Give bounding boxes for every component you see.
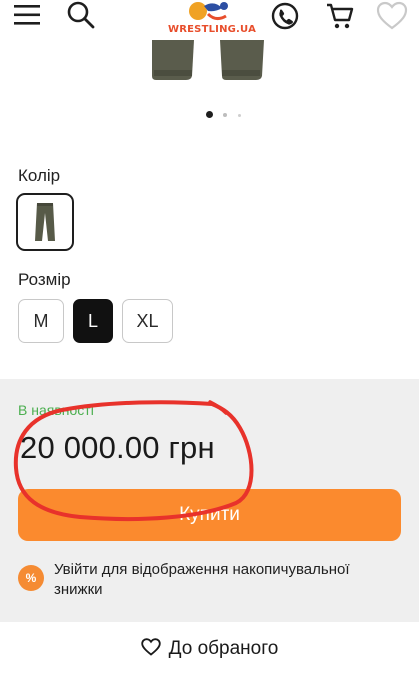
color-swatch-olive[interactable] (16, 193, 74, 251)
discount-login-link[interactable]: Увійти для відображення накопичувальної … (54, 560, 394, 600)
size-option-m[interactable]: M (18, 299, 64, 343)
buy-button[interactable]: Купити (18, 489, 401, 541)
discount-percent-icon: % (18, 565, 44, 591)
size-option-xl[interactable]: XL (122, 299, 173, 343)
heart-icon[interactable] (376, 1, 408, 36)
add-to-wishlist-button[interactable]: До обраного (0, 622, 419, 676)
gallery-pagination (0, 110, 419, 120)
stock-status: В наявності (18, 402, 94, 418)
header-bar: WRESTLING.UA (0, 0, 419, 44)
size-label: Розмір (18, 270, 71, 289)
price-value: 20 000.00 грн (20, 430, 215, 465)
phone-icon[interactable] (270, 1, 300, 36)
gallery-dot-active[interactable] (206, 111, 213, 118)
logo-text: WRESTLING.UA (168, 24, 257, 35)
menu-icon[interactable] (12, 2, 42, 33)
heart-outline-icon (140, 637, 161, 661)
search-icon[interactable] (66, 0, 96, 35)
product-image-gallery[interactable] (0, 40, 419, 100)
gallery-dot[interactable] (238, 113, 241, 117)
size-option-l[interactable]: L (73, 299, 113, 343)
cart-icon[interactable] (325, 1, 355, 36)
gallery-dot[interactable] (223, 113, 227, 117)
color-label: Колір (18, 166, 61, 185)
site-logo[interactable]: WRESTLING.UA (168, 0, 257, 40)
wishlist-label: До обраного (168, 638, 279, 659)
